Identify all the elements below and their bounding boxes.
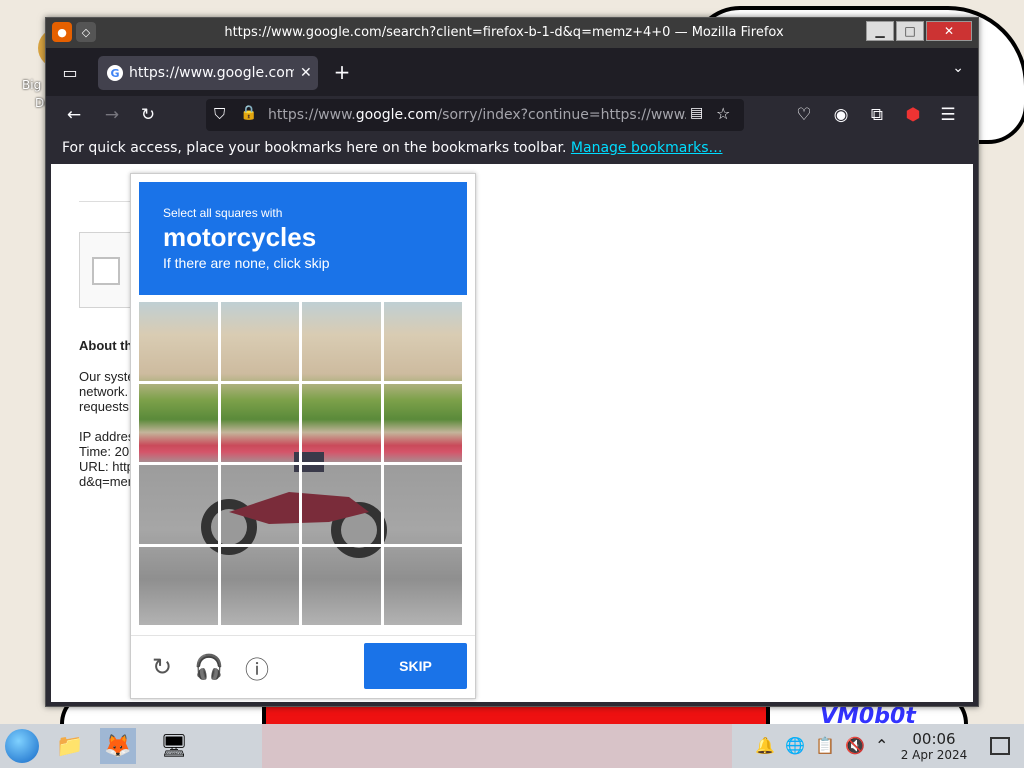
reader-view-icon[interactable]: ▤ (690, 105, 703, 121)
about-line: requests (79, 399, 129, 414)
tab-title: https://www.google.com/ (129, 65, 294, 81)
file-manager-icon[interactable]: 📁 (52, 728, 88, 764)
taskbar: 📁 🦊 🖥 🔔 🌐 📋 🔇 ⌃ 00:06 2 Apr 2024 (0, 724, 1024, 768)
challenge-target: motorcycles (163, 222, 317, 252)
ublock-origin-icon[interactable]: ⬢ (899, 102, 927, 128)
system-settings-icon[interactable]: 🖥 (156, 728, 192, 764)
ip-line: IP addres (79, 429, 135, 444)
grid-tile[interactable] (139, 465, 221, 547)
firefox-taskbar-icon[interactable]: 🦊 (100, 728, 136, 764)
grid-tile[interactable] (139, 383, 221, 465)
firefox-view-button[interactable]: ▭ (58, 60, 82, 84)
grid-tile[interactable] (220, 302, 302, 384)
bookmarks-message: For quick access, place your bookmarks h… (62, 140, 567, 156)
manage-bookmarks-link[interactable]: Manage bookmarks… (571, 140, 723, 156)
reload-button[interactable]: ↻ (134, 102, 162, 128)
challenge-footer: ↻ 🎧 ⓘ SKIP (131, 635, 475, 699)
url-line: URL: http (79, 459, 134, 474)
notifications-icon[interactable]: 🔔 (755, 736, 775, 755)
tab-google[interactable]: G https://www.google.com/ ✕ (98, 56, 318, 90)
menu-icon[interactable]: ☰ (934, 102, 962, 128)
start-button[interactable] (5, 729, 39, 763)
chevron-up-icon[interactable]: ⌃ (875, 736, 888, 755)
url-text[interactable]: https://www.google.com/sorry/index?conti… (268, 107, 686, 123)
grid-tile[interactable] (302, 546, 384, 628)
audio-challenge-icon[interactable]: 🎧 (194, 652, 224, 682)
time-line: Time: 20 (79, 444, 130, 459)
url-line: d&q=mer (79, 474, 133, 489)
account-icon[interactable]: ◉ (827, 102, 855, 128)
challenge-hint: If there are none, click skip (163, 255, 330, 271)
grid-tile[interactable] (139, 302, 221, 384)
close-window-button[interactable]: ✕ (926, 21, 972, 41)
google-favicon-icon: G (107, 65, 123, 81)
tab-close-icon[interactable]: ✕ (300, 65, 312, 81)
grid-tile[interactable] (302, 465, 384, 547)
about-text: Our syste network. requests IP addres Ti… (79, 369, 135, 489)
challenge-header: Select all squares with motorcycles If t… (139, 182, 467, 295)
new-tab-button[interactable]: + (330, 60, 354, 84)
forward-button[interactable]: → (98, 102, 126, 128)
show-desktop-icon[interactable] (990, 737, 1010, 755)
about-heading: About th (79, 338, 133, 353)
clock-time: 00:06 (912, 730, 956, 748)
extensions-icon[interactable]: ⧉ (863, 102, 891, 128)
reload-challenge-icon[interactable]: ↻ (147, 652, 177, 682)
lock-icon[interactable]: 🔒 (240, 105, 257, 121)
challenge-instruction: Select all squares with (163, 206, 283, 220)
grid-tile[interactable] (220, 546, 302, 628)
grid-tile[interactable] (383, 546, 465, 628)
window-title: https://www.google.com/search?client=fir… (224, 25, 784, 40)
grid-tile[interactable] (302, 302, 384, 384)
grid-tile[interactable] (302, 383, 384, 465)
grid-tile[interactable] (220, 465, 302, 547)
back-button[interactable]: ← (60, 102, 88, 128)
clock[interactable]: 00:06 2 Apr 2024 (896, 730, 972, 762)
image-grid (139, 302, 465, 628)
chevron-down-icon[interactable]: ⌄ (952, 60, 964, 76)
taskbar-empty-area (262, 724, 732, 768)
grid-tile[interactable] (383, 383, 465, 465)
minimize-button[interactable]: ▁ (866, 21, 894, 41)
firefox-icon[interactable]: ● (52, 22, 72, 42)
shield-icon[interactable]: ⛉ (214, 105, 225, 123)
grid-tile[interactable] (220, 383, 302, 465)
maximize-button[interactable]: □ (896, 21, 924, 41)
pin-icon[interactable]: ◇ (76, 22, 96, 42)
pocket-icon[interactable]: ♡ (790, 102, 818, 128)
grid-tile[interactable] (383, 465, 465, 547)
about-line: network. (79, 384, 129, 399)
network-icon[interactable]: 🌐 (785, 736, 805, 755)
grid-tile[interactable] (383, 302, 465, 384)
bookmarks-toolbar: For quick access, place your bookmarks h… (46, 134, 978, 164)
navigation-toolbar: ← → ↻ ⛉ 🔒 https://www.google.com/sorry/i… (46, 96, 978, 134)
desktop-icon-label: Big (22, 78, 42, 92)
recaptcha-challenge: Select all squares with motorcycles If t… (130, 173, 476, 699)
recaptcha-checkbox[interactable] (92, 257, 120, 285)
volume-muted-icon[interactable]: 🔇 (845, 736, 865, 755)
title-bar[interactable]: ● ◇ https://www.google.com/search?client… (46, 18, 978, 48)
url-bar[interactable]: ⛉ 🔒 https://www.google.com/sorry/index?c… (206, 99, 744, 131)
skip-button[interactable]: SKIP (364, 643, 467, 689)
clock-date: 2 Apr 2024 (900, 748, 968, 762)
info-icon[interactable]: ⓘ (242, 652, 272, 684)
about-line: Our syste (79, 369, 135, 384)
bookmark-star-icon[interactable]: ☆ (716, 104, 730, 123)
clipboard-icon[interactable]: 📋 (815, 736, 835, 755)
grid-tile[interactable] (139, 546, 221, 628)
tab-bar: ▭ G https://www.google.com/ ✕ + ⌄ (46, 48, 978, 96)
